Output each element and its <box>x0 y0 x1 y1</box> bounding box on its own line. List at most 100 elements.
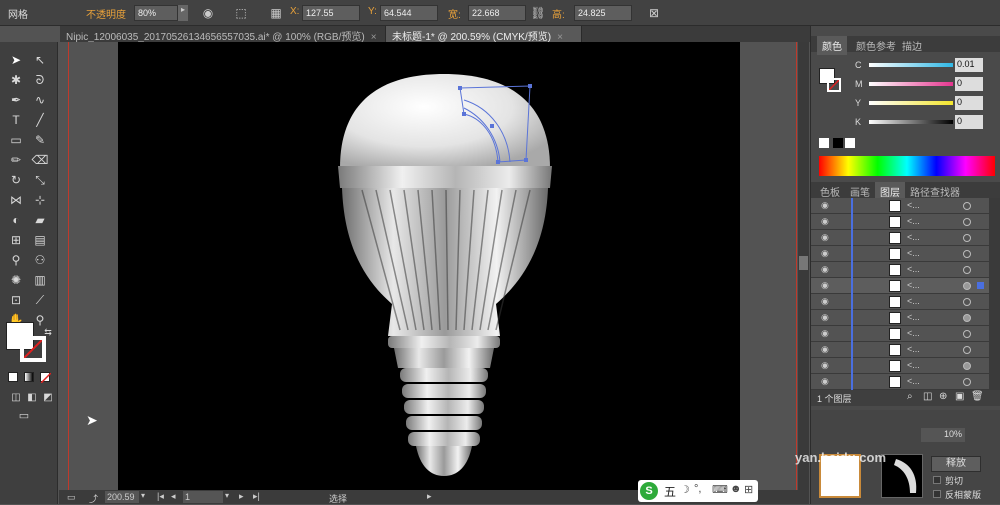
target-icon[interactable] <box>963 362 971 370</box>
release-button[interactable]: 释放 <box>931 456 981 472</box>
locate-object-icon[interactable]: ⌕ <box>907 391 913 402</box>
export-icon[interactable]: ⤴ <box>89 492 98 505</box>
list-item[interactable]: ◉ <... <box>811 374 989 390</box>
eye-icon[interactable]: ◉ <box>821 376 829 387</box>
swap-icon[interactable]: ⇆ <box>38 322 58 342</box>
light-bulb-artwork[interactable] <box>118 42 740 490</box>
eye-icon[interactable]: ◉ <box>821 360 829 371</box>
layer-name[interactable]: <... <box>907 280 920 290</box>
artboard[interactable] <box>118 42 740 490</box>
eraser-icon[interactable]: ⌫ <box>30 150 50 170</box>
vertical-scrollbar[interactable] <box>798 42 809 490</box>
rotate-icon[interactable]: ↻ <box>6 170 26 190</box>
channel-value[interactable]: 0 <box>955 96 983 110</box>
tab-color[interactable]: 颜色 <box>817 36 847 55</box>
clip-checkbox[interactable] <box>933 476 941 484</box>
layer-name[interactable]: <... <box>907 200 920 210</box>
bulb-glass[interactable] <box>340 74 550 168</box>
list-item[interactable]: ◉ <... <box>811 326 989 342</box>
invert-mask-checkbox[interactable] <box>933 490 941 498</box>
bulb-heatsink[interactable] <box>342 188 548 336</box>
page-dropdown-icon[interactable]: ▾ <box>225 491 229 500</box>
none-mode-icon[interactable] <box>40 372 51 383</box>
new-sublayer-icon[interactable]: ⊕ <box>939 391 947 402</box>
ime-mode-label[interactable]: 五 <box>664 483 676 500</box>
punctuation-icon[interactable]: °, <box>694 483 701 495</box>
page-field[interactable]: 1 <box>183 491 223 503</box>
layer-name[interactable]: <... <box>907 312 920 322</box>
target-icon[interactable] <box>963 378 971 386</box>
shape-builder-icon[interactable]: ◐ <box>6 210 26 230</box>
list-item[interactable]: ◉ <... <box>811 230 989 246</box>
eye-icon[interactable]: ◉ <box>821 200 829 211</box>
target-icon[interactable] <box>963 266 971 274</box>
status-menu-icon[interactable]: ▸ <box>427 491 432 502</box>
list-item[interactable]: ◉ <... <box>811 310 989 326</box>
target-icon[interactable] <box>963 314 971 322</box>
zoom-dropdown-icon[interactable]: ▾ <box>141 491 145 500</box>
grid-icon[interactable]: ⊞ <box>744 483 753 496</box>
moon-icon[interactable]: ☽ <box>680 483 690 496</box>
screen-mode-icon[interactable]: ▭ <box>14 406 34 426</box>
y-field[interactable]: 64.544 <box>380 5 438 21</box>
magic-wand-icon[interactable]: ✱ <box>6 70 26 90</box>
color-spectrum[interactable] <box>819 156 995 176</box>
tab-stroke[interactable]: 描边 <box>897 36 927 55</box>
blend-icon[interactable]: ⚇ <box>30 250 50 270</box>
layer-name[interactable]: <... <box>907 248 920 258</box>
width-icon[interactable]: ⋈ <box>6 190 26 210</box>
artboard-nav-icon[interactable]: ▭ <box>67 492 76 503</box>
selection-tool-icon[interactable]: ➤ <box>6 50 26 70</box>
selection-indicator[interactable] <box>977 282 984 289</box>
target-icon[interactable] <box>963 346 971 354</box>
first-page-icon[interactable]: |◂ <box>157 491 164 502</box>
target-icon[interactable] <box>963 202 971 210</box>
layer-name[interactable]: <... <box>907 296 920 306</box>
list-item[interactable]: ◉ <... <box>811 342 989 358</box>
skin-icon[interactable]: ☻ <box>730 483 742 495</box>
transform-icon[interactable]: ⬚ <box>232 6 250 20</box>
target-icon[interactable] <box>963 330 971 338</box>
reference-point-icon[interactable]: ▦ <box>268 6 284 20</box>
slice-icon[interactable]: ⟋ <box>30 290 50 310</box>
channel-c-slider[interactable] <box>869 63 953 67</box>
channel-k[interactable]: K 0 <box>855 115 999 131</box>
artboard-icon[interactable]: ⊡ <box>6 290 26 310</box>
channel-m-slider[interactable] <box>869 82 953 86</box>
channel-value[interactable]: 0 <box>955 77 983 91</box>
eye-icon[interactable]: ◉ <box>821 248 829 259</box>
target-icon[interactable] <box>963 282 971 290</box>
recolor-icon[interactable]: ◉ <box>200 6 216 20</box>
gradient-icon[interactable]: ▤ <box>30 230 50 250</box>
color-mode-icon[interactable] <box>8 372 18 382</box>
draw-inside-icon[interactable]: ◩ <box>38 388 58 408</box>
target-icon[interactable] <box>963 250 971 258</box>
channel-value[interactable]: 0 <box>955 115 983 129</box>
mesh-icon[interactable]: ⊞ <box>6 230 26 250</box>
bulb-ring[interactable] <box>338 166 552 188</box>
base-tip[interactable] <box>416 446 472 476</box>
scroll-thumb[interactable] <box>799 256 808 270</box>
mask-thumbnail[interactable] <box>881 454 923 498</box>
neck[interactable] <box>394 348 494 368</box>
list-item[interactable]: ◉ <... <box>811 294 989 310</box>
transparency-opacity-field[interactable]: 10% <box>921 428 965 442</box>
channel-y-slider[interactable] <box>869 101 953 105</box>
graph-icon[interactable]: ▥ <box>30 270 50 290</box>
tab-nipic[interactable]: Nipic_12006035_20170526134656557035.ai* … <box>60 26 386 43</box>
line-icon[interactable]: ╱ <box>30 110 50 130</box>
target-icon[interactable] <box>963 218 971 226</box>
list-item[interactable]: ◉ <... <box>811 262 989 278</box>
tab-color-guide[interactable]: 颜色参考 <box>851 36 901 55</box>
channel-c[interactable]: C 0.01 <box>855 58 999 74</box>
scale-icon[interactable]: ⤡ <box>30 170 50 190</box>
w-field[interactable]: 22.668 <box>468 5 526 21</box>
layer-name[interactable]: <... <box>907 360 920 370</box>
type-icon[interactable]: T <box>6 110 26 130</box>
color-stroke-swatch[interactable] <box>827 78 841 92</box>
layer-name[interactable]: <... <box>907 232 920 242</box>
curvature-icon[interactable]: ∿ <box>30 90 50 110</box>
neck-ring[interactable] <box>388 336 500 348</box>
eye-icon[interactable]: ◉ <box>821 232 829 243</box>
list-item[interactable]: ◉ <... <box>811 278 989 294</box>
